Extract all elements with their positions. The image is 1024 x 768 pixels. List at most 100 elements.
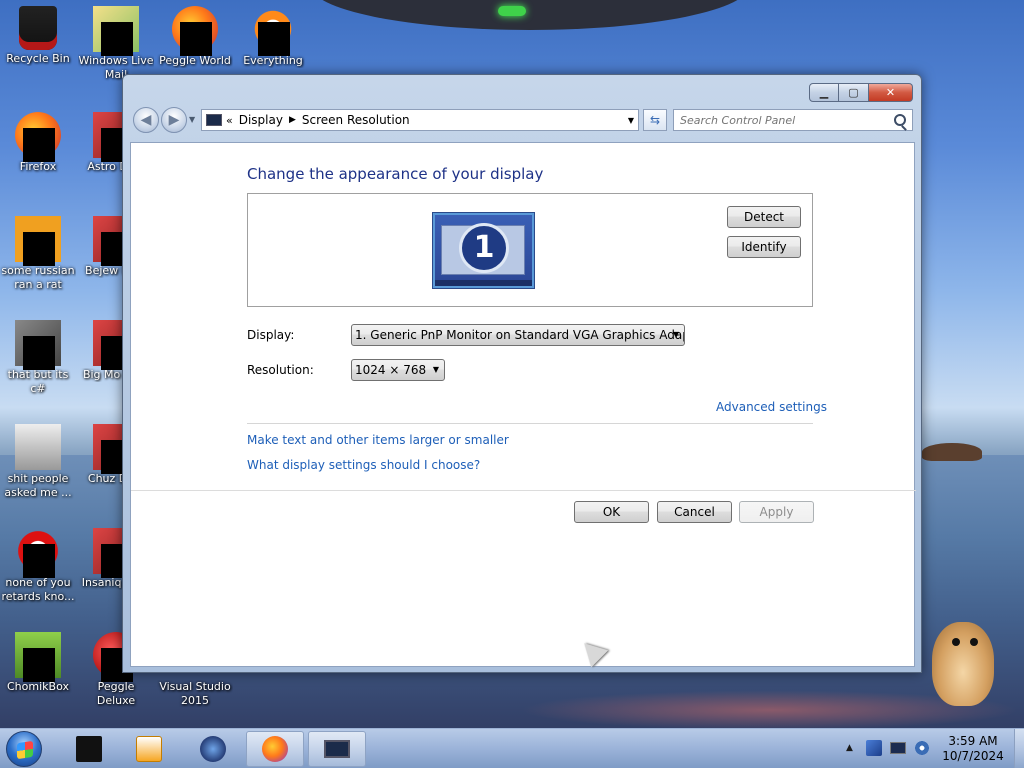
refresh-icon: ⇆: [649, 113, 661, 127]
display-icon: [324, 740, 350, 758]
desktop-icon-peggle-world[interactable]: Peggle World: [157, 6, 233, 68]
globe-icon: [200, 736, 226, 762]
desktop-icon-text-file[interactable]: shit people asked me ...: [0, 424, 76, 500]
breadcrumb-display[interactable]: Display: [239, 113, 283, 127]
breadcrumb-overflow[interactable]: «: [226, 114, 233, 127]
monitor-preview-area: 1 Detect Identify: [247, 193, 813, 307]
volume-icon[interactable]: [914, 740, 930, 756]
ok-button[interactable]: OK: [574, 501, 649, 523]
system-tray: ▲ 3:59 AM 10/7/2024: [840, 729, 1024, 768]
forward-button[interactable]: ▶: [161, 107, 187, 133]
search-input[interactable]: [680, 113, 890, 127]
taskbar-app-recycle[interactable]: [60, 731, 118, 767]
recycle-bin-icon: [19, 6, 57, 50]
hamster-gadget[interactable]: [918, 604, 1006, 708]
start-button[interactable]: [6, 731, 42, 767]
firefox-icon: [15, 112, 61, 162]
breadcrumb-screen-resolution[interactable]: Screen Resolution: [302, 113, 410, 127]
hamster-body: [932, 622, 994, 706]
minimize-button[interactable]: ▁: [809, 83, 839, 102]
wallpaper-led: [498, 6, 526, 16]
desktop-icon-label: Visual Studio 2015: [159, 680, 231, 707]
arrow-right-icon: ▶: [168, 112, 180, 128]
screen-resolution-window: ▁ ▢ ✕ ◀ ▶ ▼ « Display ▶ Screen Resolutio…: [122, 74, 922, 673]
taskbar: ▲ 3:59 AM 10/7/2024: [0, 728, 1024, 768]
everything-search-icon: [250, 6, 296, 56]
wallpaper-arc: [310, 0, 750, 30]
hamster-eye: [952, 638, 960, 646]
search-box[interactable]: [673, 109, 913, 131]
address-dropdown-icon[interactable]: ▼: [628, 116, 634, 125]
detect-button[interactable]: Detect: [727, 206, 801, 228]
desktop-icon-label: that but its c#: [7, 368, 69, 395]
desktop-icon-label: Peggle Deluxe: [96, 680, 136, 707]
monitor-number: 1: [459, 223, 509, 273]
resolution-select[interactable]: 1024 × 768 ▼: [351, 359, 445, 381]
address-bar[interactable]: « Display ▶ Screen Resolution ▼: [201, 109, 639, 131]
document-icon: [15, 424, 61, 470]
resolution-label: Resolution:: [247, 363, 314, 377]
divider: [131, 490, 916, 491]
recycle-bin-icon: [76, 736, 102, 762]
close-button[interactable]: ✕: [869, 83, 913, 102]
minimize-icon: ▁: [819, 86, 829, 99]
advanced-settings-link[interactable]: Advanced settings: [716, 400, 827, 414]
windows-logo-icon: [17, 740, 33, 760]
refresh-button[interactable]: ⇆: [643, 109, 667, 131]
display-select-value: 1. Generic PnP Monitor on Standard VGA G…: [355, 328, 685, 342]
page-title: Change the appearance of your display: [247, 165, 544, 183]
wallpaper-rocks: [922, 443, 982, 461]
desktop-icon-that-but-csharp[interactable]: that but its c#: [0, 320, 76, 396]
taskbar-app-media-player[interactable]: [120, 731, 178, 767]
taskbar-app-firefox[interactable]: [246, 731, 304, 767]
recent-pages-dropdown[interactable]: ▼: [189, 115, 195, 124]
display-select[interactable]: 1. Generic PnP Monitor on Standard VGA G…: [351, 324, 685, 346]
desktop-icon-everything[interactable]: Everything: [235, 6, 311, 68]
dropdown-arrow-icon: ▼: [432, 365, 439, 374]
hamster-eye: [970, 638, 978, 646]
show-desktop-button[interactable]: [1014, 729, 1024, 768]
clock-date: 10/7/2024: [942, 749, 1004, 763]
show-hidden-icons-icon[interactable]: ▲: [846, 743, 853, 753]
monitor-1-thumbnail[interactable]: 1: [433, 213, 534, 288]
back-button[interactable]: ◀: [133, 107, 159, 133]
apply-button[interactable]: Apply: [739, 501, 814, 523]
desktop-icon-chomikbox[interactable]: ChomikBox: [0, 632, 76, 694]
shortcut-icon: [15, 320, 61, 370]
clock-time: 3:59 AM: [948, 734, 998, 748]
display-label: Display:: [247, 328, 295, 342]
desktop-icon-windows-live-mail[interactable]: Windows Live Mail: [78, 6, 154, 82]
network-icon[interactable]: [890, 742, 906, 754]
firefox-icon: [262, 736, 288, 762]
action-center-icon[interactable]: [866, 740, 882, 756]
content-pane: Change the appearance of your display 1 …: [130, 142, 916, 667]
arrow-left-icon: ◀: [140, 112, 152, 128]
windows-live-mail-icon: [93, 6, 139, 56]
divider: [247, 423, 813, 424]
desktop-icon-firefox[interactable]: Firefox: [0, 112, 76, 174]
desktop-icon-none-of-you[interactable]: none of you retards kno...: [0, 528, 76, 604]
search-icon[interactable]: [894, 114, 906, 126]
maximize-button[interactable]: ▢: [839, 83, 869, 102]
breadcrumb-separator-icon[interactable]: ▶: [289, 115, 296, 125]
cancel-button[interactable]: Cancel: [657, 501, 732, 523]
desktop-icon-label: some russian ran a rat: [1, 264, 75, 291]
desktop-icon-label: Peggle World: [159, 54, 231, 67]
identify-button[interactable]: Identify: [727, 236, 801, 258]
desktop-icon-label: Firefox: [19, 160, 57, 173]
monitor-taskbar-preview: [435, 280, 532, 286]
close-icon: ✕: [885, 86, 896, 99]
clock[interactable]: 3:59 AM 10/7/2024: [936, 734, 1010, 764]
desktop-icon-russian-rat[interactable]: some russian ran a rat: [0, 216, 76, 292]
desktop-icon-label: none of you retards kno...: [1, 576, 75, 603]
taskbar-app-globe[interactable]: [184, 731, 242, 767]
display-control-panel-icon: [206, 114, 222, 126]
text-size-link[interactable]: Make text and other items larger or smal…: [247, 433, 509, 447]
desktop-icon-recycle-bin[interactable]: Recycle Bin: [0, 6, 76, 66]
media-player-icon: [136, 736, 162, 762]
desktop-icon-label: shit people asked me ...: [4, 472, 72, 499]
taskbar-app-display-settings[interactable]: [308, 731, 366, 767]
desktop-icon-label: Recycle Bin: [6, 52, 70, 65]
display-settings-help-link[interactable]: What display settings should I choose?: [247, 458, 480, 472]
application-icon: [15, 528, 61, 578]
